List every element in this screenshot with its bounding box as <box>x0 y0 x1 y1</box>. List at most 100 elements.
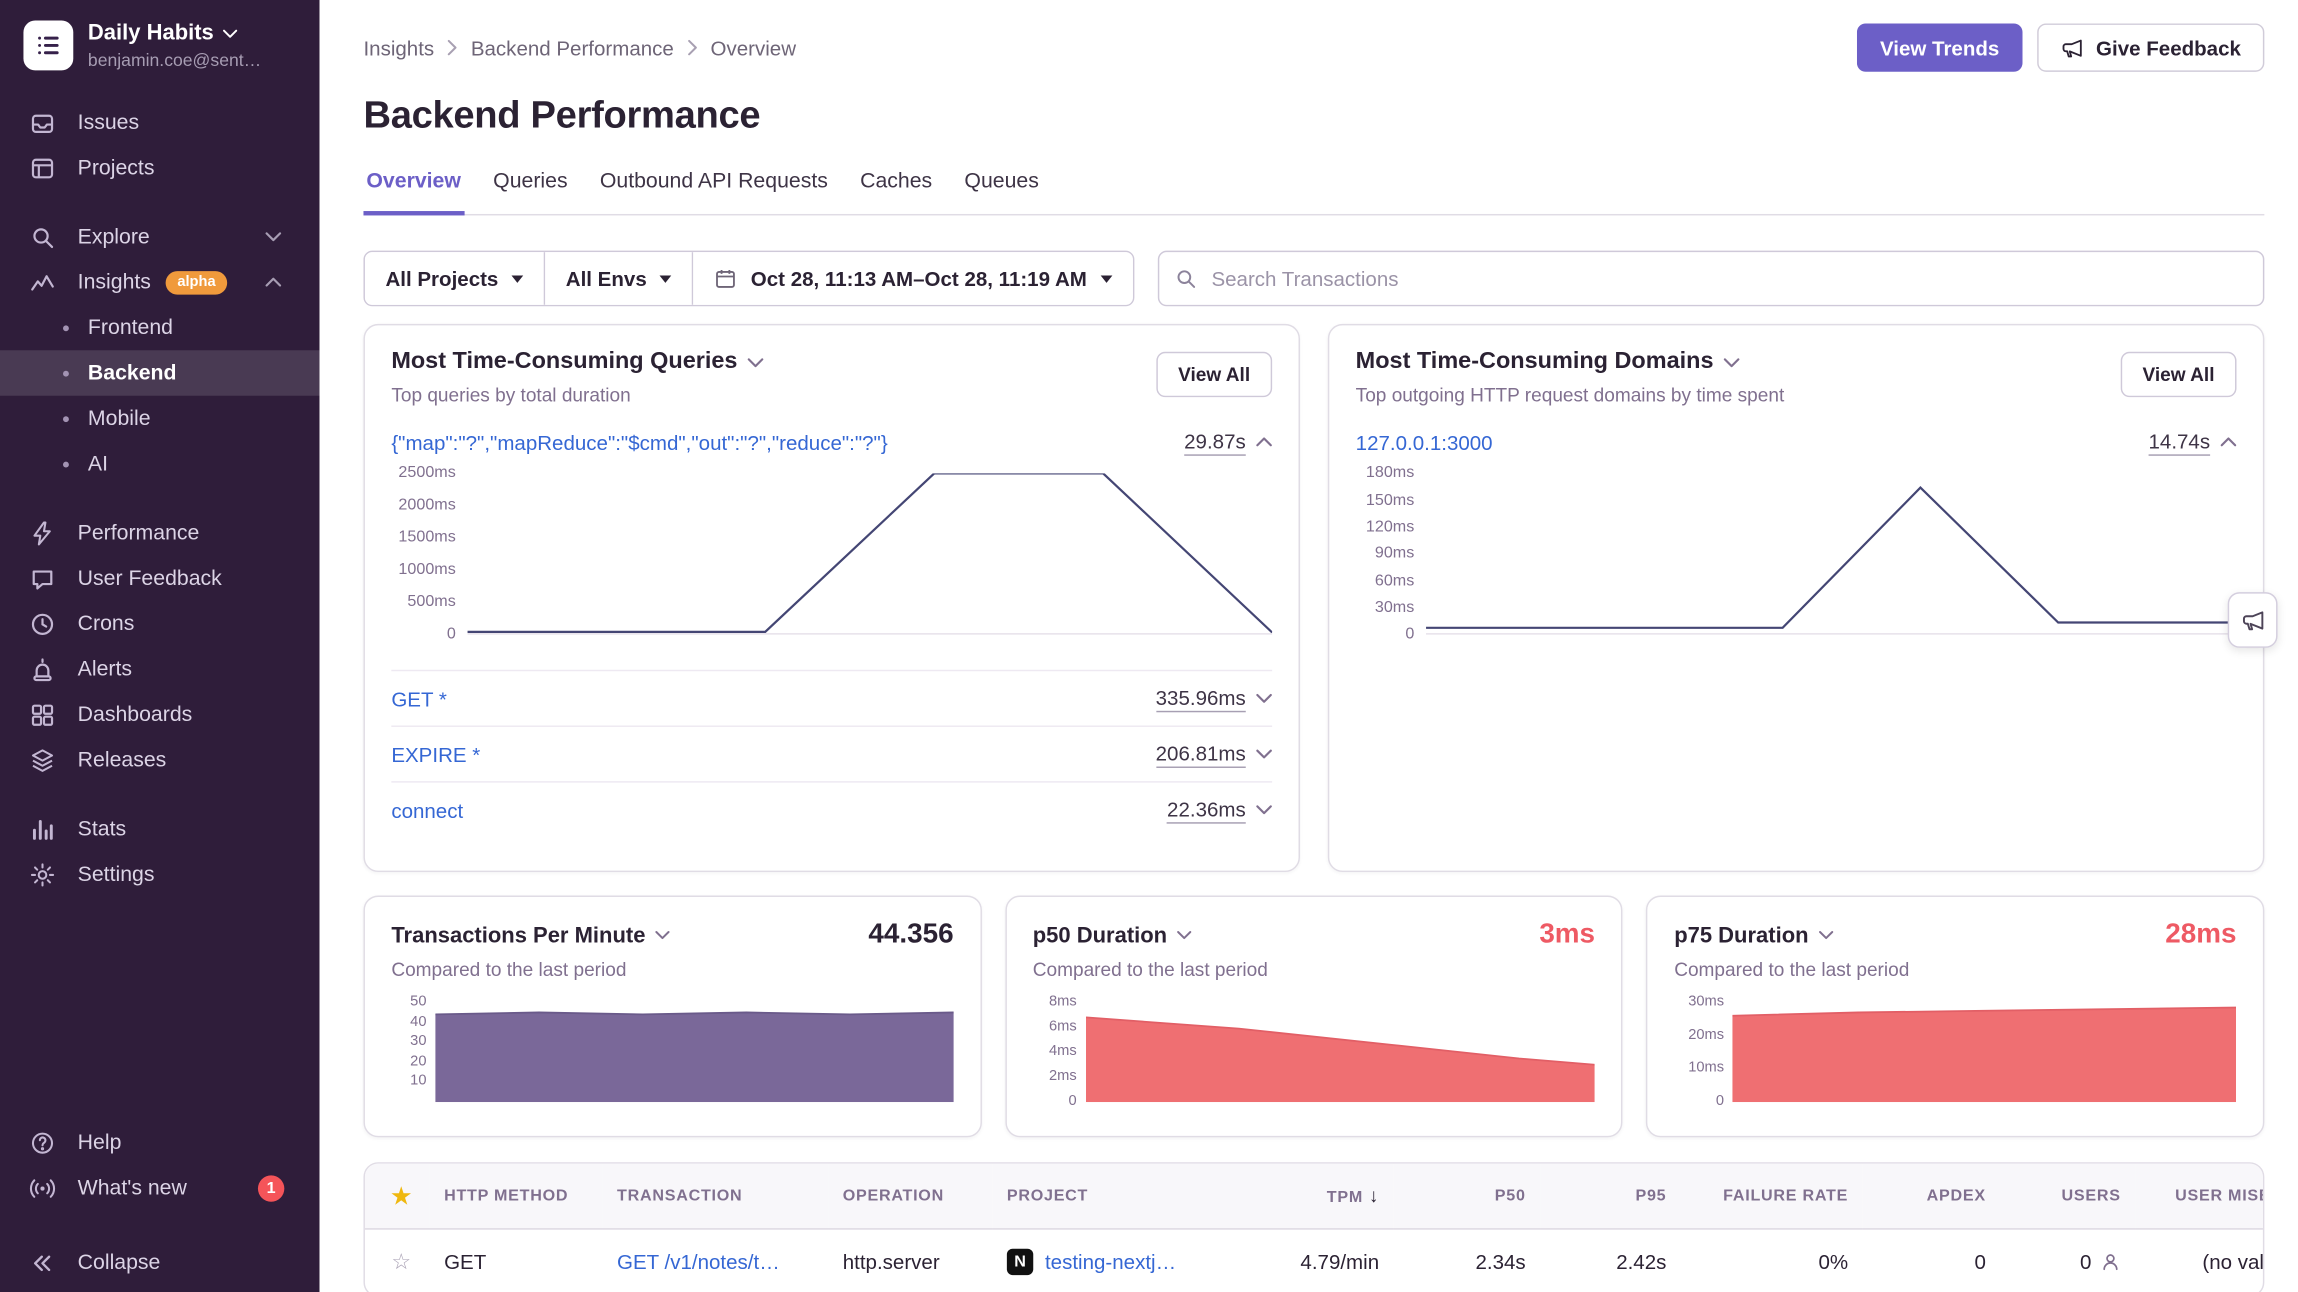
issues-icon <box>29 109 55 135</box>
tab-queries[interactable]: Queries <box>490 170 570 215</box>
cell-operation: http.server <box>828 1228 992 1292</box>
sidebar-item-issues[interactable]: Issues <box>0 100 320 145</box>
sidebar-item-projects[interactable]: Projects <box>0 145 320 190</box>
chevron-down-icon[interactable] <box>1256 805 1272 815</box>
query-link[interactable]: connect <box>391 798 463 821</box>
sidebar-item-performance[interactable]: Performance <box>0 510 320 555</box>
projects-filter[interactable]: All Projects <box>365 252 545 305</box>
query-link[interactable]: GET * <box>391 687 447 710</box>
tab-outbound-api-requests[interactable]: Outbound API Requests <box>597 170 831 215</box>
sidebar-item-frontend[interactable]: Frontend <box>0 305 320 350</box>
give-feedback-button[interactable]: Give Feedback <box>2037 23 2264 71</box>
chevron-up-icon[interactable] <box>2220 437 2236 447</box>
metric-title: p50 Duration <box>1033 923 1167 948</box>
environments-filter[interactable]: All Envs <box>545 252 693 305</box>
chevron-up-icon[interactable] <box>1256 437 1272 447</box>
column-header-p95[interactable]: P95 <box>1540 1164 1681 1228</box>
feedback-widget-button[interactable] <box>2228 592 2278 648</box>
sidebar-item-label: Collapse <box>78 1252 161 1275</box>
search-icon <box>29 224 55 250</box>
tpm-header-label: TPM <box>1327 1189 1363 1207</box>
lightning-icon <box>29 520 55 546</box>
sidebar-item-stats[interactable]: Stats <box>0 806 320 851</box>
query-row: connect22.36ms <box>391 781 1272 837</box>
nextjs-platform-icon: N <box>1007 1249 1033 1275</box>
most-time-consuming-domains-panel: Most Time-Consuming Domains Top outgoing… <box>1328 324 2265 872</box>
p50-chart: 8ms6ms4ms2ms0 <box>1033 1002 1595 1102</box>
transactions-table: ★ HTTP METHOD TRANSACTION OPERATION PROJ… <box>363 1162 2264 1292</box>
metric-title-row[interactable]: p75 Duration <box>1674 923 1833 948</box>
sidebar-item-ai[interactable]: AI <box>0 441 320 486</box>
table-header-row: ★ HTTP METHOD TRANSACTION OPERATION PROJ… <box>365 1164 2264 1228</box>
search-box <box>1157 251 2264 307</box>
query-row-expanded: {"map":"?","mapReduce":"$cmd","out":"?",… <box>391 428 1272 456</box>
view-all-button[interactable]: View All <box>2121 352 2237 397</box>
chevron-down-icon <box>1177 931 1192 940</box>
metric-value: 44.356 <box>868 919 953 951</box>
sidebar: Daily Habits benjamin.coe@sent… Issues P… <box>0 0 320 1292</box>
tab-overview[interactable]: Overview <box>363 170 463 215</box>
bullet-icon <box>63 461 69 467</box>
sidebar-item-user-feedback[interactable]: User Feedback <box>0 555 320 600</box>
view-all-button[interactable]: View All <box>1156 352 1272 397</box>
column-header-http-method[interactable]: HTTP METHOD <box>429 1164 602 1228</box>
query-total-duration: 29.87s <box>1184 428 1246 456</box>
search-transactions-input[interactable] <box>1157 251 2264 307</box>
query-link[interactable]: EXPIRE * <box>391 743 480 766</box>
sidebar-item-explore[interactable]: Explore <box>0 214 320 259</box>
sidebar-item-mobile[interactable]: Mobile <box>0 396 320 441</box>
projects-icon <box>29 155 55 181</box>
chevron-down-icon[interactable] <box>1256 694 1272 704</box>
panel-title-row[interactable]: Most Time-Consuming Domains <box>1356 349 1785 375</box>
breadcrumb-insights[interactable]: Insights <box>363 36 434 59</box>
sidebar-item-whats-new[interactable]: What's new 1 <box>0 1165 320 1210</box>
column-header-tpm[interactable]: TPM↓ <box>1236 1164 1394 1228</box>
org-switcher[interactable]: Daily Habits benjamin.coe@sent… <box>0 0 320 85</box>
sidebar-item-crons[interactable]: Crons <box>0 601 320 646</box>
chevron-down-icon[interactable] <box>1256 749 1272 759</box>
metric-title-row[interactable]: p50 Duration <box>1033 923 1192 948</box>
y-tick-label: 50 <box>410 995 426 1010</box>
insight-panels: Most Time-Consuming Queries Top queries … <box>363 324 2264 872</box>
column-header-user-misery[interactable]: USER MISERY <box>2135 1164 2264 1228</box>
sidebar-item-dashboards[interactable]: Dashboards <box>0 692 320 737</box>
sidebar-item-help[interactable]: Help <box>0 1120 320 1165</box>
sidebar-collapse-button[interactable]: Collapse <box>0 1234 320 1292</box>
date-range-filter[interactable]: Oct 28, 11:13 AM–Oct 28, 11:19 AM <box>694 252 1133 305</box>
sidebar-item-alerts[interactable]: Alerts <box>0 646 320 691</box>
column-header-operation[interactable]: OPERATION <box>828 1164 992 1228</box>
transaction-link[interactable]: GET /v1/notes/t… <box>617 1251 780 1274</box>
query-link[interactable]: {"map":"?","mapReduce":"$cmd","out":"?",… <box>391 430 887 453</box>
column-header-p50[interactable]: P50 <box>1394 1164 1541 1228</box>
panel-title-row[interactable]: Most Time-Consuming Queries <box>391 349 764 375</box>
view-trends-button[interactable]: View Trends <box>1857 23 2023 71</box>
domain-link[interactable]: 127.0.0.1:3000 <box>1356 430 1493 453</box>
sidebar-item-backend[interactable]: Backend <box>0 350 320 395</box>
project-link[interactable]: testing-nextj… <box>1045 1251 1176 1274</box>
main-content: Insights Backend Performance Overview Vi… <box>320 0 2298 1292</box>
sidebar-item-settings[interactable]: Settings <box>0 852 320 897</box>
tab-queues[interactable]: Queues <box>961 170 1041 215</box>
column-header-transaction[interactable]: TRANSACTION <box>602 1164 828 1228</box>
column-header-users[interactable]: USERS <box>2001 1164 2136 1228</box>
column-header-project[interactable]: PROJECT <box>992 1164 1235 1228</box>
bullet-icon <box>63 415 69 421</box>
column-header-failure-rate[interactable]: FAILURE RATE <box>1681 1164 1863 1228</box>
breadcrumb-backend-performance[interactable]: Backend Performance <box>471 36 674 59</box>
table-row: ☆ GET GET /v1/notes/t… http.server N tes… <box>365 1228 2264 1292</box>
y-axis-labels: 180ms150ms120ms90ms60ms30ms0 <box>1356 474 1426 635</box>
metric-subtitle: Compared to the last period <box>1674 959 2236 981</box>
column-header-apdex[interactable]: APDEX <box>1863 1164 2001 1228</box>
star-outline-icon[interactable]: ☆ <box>391 1251 411 1276</box>
y-tick-label: 20ms <box>1688 1028 1724 1043</box>
sidebar-item-releases[interactable]: Releases <box>0 737 320 782</box>
broadcast-icon <box>29 1175 55 1201</box>
star-filled-icon[interactable]: ★ <box>391 1184 411 1209</box>
metric-title-row[interactable]: Transactions Per Minute <box>391 923 670 948</box>
sidebar-item-insights[interactable]: Insights alpha <box>0 259 320 304</box>
transactions-per-minute-card: Transactions Per Minute 44.356 Compared … <box>363 895 981 1137</box>
cell-p95: 2.42s <box>1540 1228 1681 1292</box>
chevron-double-left-icon <box>29 1250 55 1276</box>
tab-caches[interactable]: Caches <box>857 170 935 215</box>
metric-value: 3ms <box>1539 919 1595 951</box>
